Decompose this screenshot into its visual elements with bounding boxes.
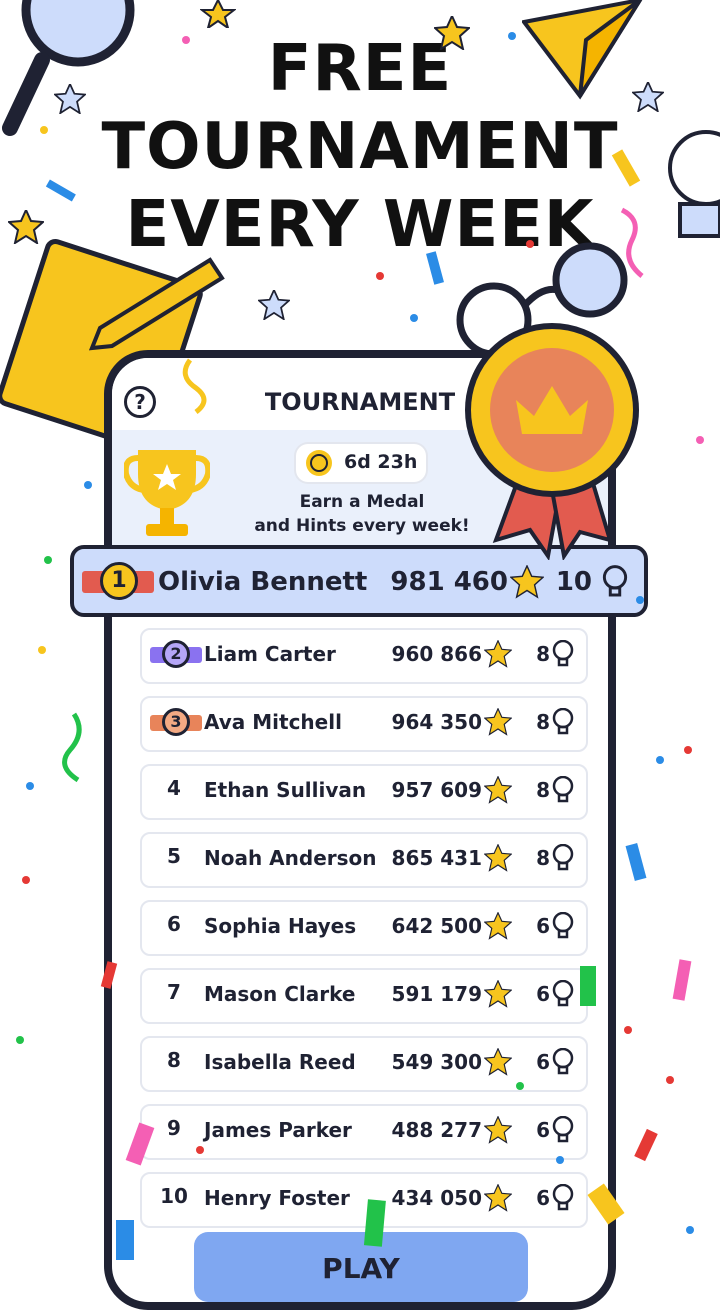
confetti xyxy=(16,32,704,1260)
